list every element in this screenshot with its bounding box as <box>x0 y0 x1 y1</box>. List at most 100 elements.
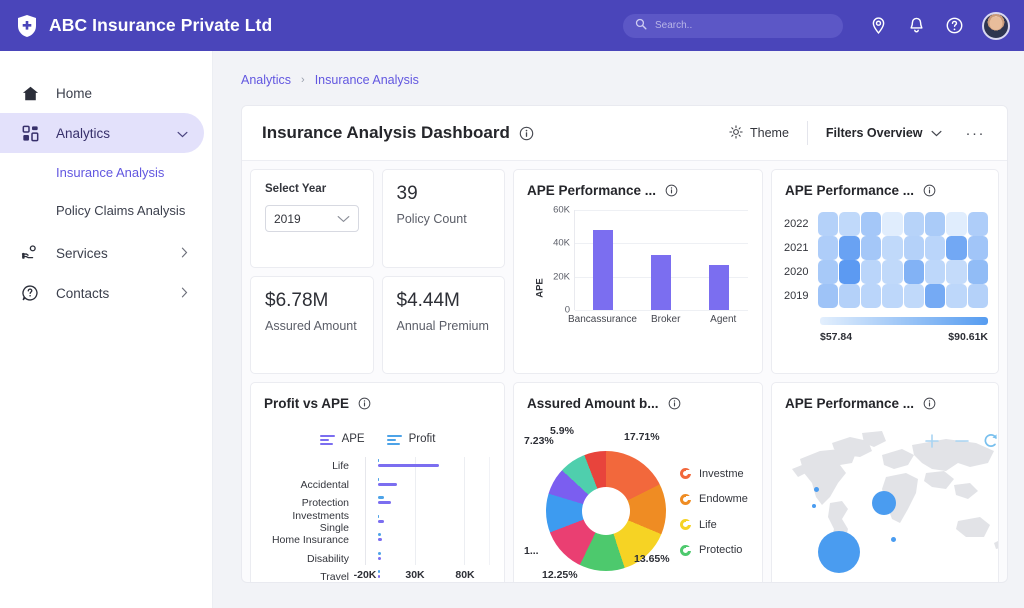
donut-data-label: 13.65% <box>634 553 670 565</box>
info-circle-icon[interactable] <box>358 397 371 410</box>
sidebar-item-services[interactable]: Services <box>0 233 204 273</box>
zoom-out-icon[interactable] <box>954 433 970 449</box>
heatmap-cell[interactable] <box>882 212 902 236</box>
zoom-in-icon[interactable] <box>924 433 940 449</box>
heatmap-cell[interactable] <box>925 284 945 308</box>
heatmap-cell[interactable] <box>904 236 924 260</box>
bar[interactable] <box>378 538 382 541</box>
chevron-down-icon <box>337 212 350 226</box>
heatmap-cell[interactable] <box>968 284 988 308</box>
heatmap-cell[interactable] <box>861 236 881 260</box>
info-circle-icon[interactable] <box>668 397 681 410</box>
heatmap-cell[interactable] <box>839 236 859 260</box>
breadcrumb: Analytics › Insurance Analysis <box>241 73 1008 87</box>
bar[interactable] <box>378 483 397 486</box>
search-box[interactable] <box>623 14 843 38</box>
bar[interactable] <box>593 230 613 310</box>
sidebar-subitem-policy-claims-analysis[interactable]: Policy Claims Analysis <box>0 191 212 229</box>
legend-item[interactable]: Endowme <box>680 487 754 513</box>
map-bubble[interactable] <box>872 491 896 515</box>
legend-item[interactable]: APE <box>320 433 365 445</box>
year-select[interactable]: 2019 <box>265 205 359 232</box>
card-assured-amount-donut: Assured Amount b... 17.71%13.65%12.25%1.… <box>513 382 763 583</box>
info-circle-icon[interactable] <box>923 397 936 410</box>
bar[interactable] <box>378 464 439 467</box>
bar[interactable] <box>378 478 379 481</box>
bar[interactable] <box>709 265 729 310</box>
heatmap-cell[interactable] <box>904 212 924 236</box>
bar[interactable] <box>378 557 381 560</box>
bar-column[interactable] <box>632 210 690 310</box>
heatmap-cell[interactable] <box>861 284 881 308</box>
map-bubble[interactable] <box>818 531 860 573</box>
legend-item[interactable]: Life <box>680 512 754 538</box>
info-circle-icon[interactable] <box>923 184 936 197</box>
info-circle-icon[interactable] <box>665 184 678 197</box>
heatmap-cell[interactable] <box>946 284 966 308</box>
bar[interactable] <box>378 501 391 504</box>
heatmap-cell[interactable] <box>968 260 988 284</box>
bell-icon[interactable] <box>907 16 926 35</box>
breadcrumb-current[interactable]: Insurance Analysis <box>315 73 419 87</box>
info-circle-icon[interactable] <box>519 126 534 141</box>
heatmap-cell[interactable] <box>925 236 945 260</box>
bar[interactable] <box>378 515 379 518</box>
heatmap-cell[interactable] <box>882 284 902 308</box>
chevron-right-icon[interactable] <box>181 286 188 301</box>
heatmap-cell[interactable] <box>946 212 966 236</box>
bar[interactable] <box>378 496 384 499</box>
bar[interactable] <box>378 520 383 523</box>
bar[interactable] <box>651 255 671 310</box>
heatmap-cell[interactable] <box>861 260 881 284</box>
heatmap-cell[interactable] <box>946 236 966 260</box>
bar[interactable] <box>378 459 379 462</box>
heatmap-cell[interactable] <box>904 260 924 284</box>
category-label: Travel <box>261 571 357 583</box>
heatmap-cell[interactable] <box>818 260 838 284</box>
sidebar-item-label: Home <box>56 86 92 101</box>
card-title: APE Performance ... <box>772 383 998 411</box>
search-input[interactable] <box>655 20 831 31</box>
heatmap-cell[interactable] <box>839 212 859 236</box>
sidebar-item-contacts[interactable]: Contacts <box>0 273 204 313</box>
heatmap-cell[interactable] <box>818 236 838 260</box>
heatmap-cell[interactable] <box>968 212 988 236</box>
sidebar-subitem-insurance-analysis[interactable]: Insurance Analysis <box>0 153 212 191</box>
legend-item[interactable]: Protectio <box>680 538 754 564</box>
legend-item[interactable]: Investme <box>680 461 754 487</box>
kpi-group: Select Year 2019 39 Policy Count <box>250 169 505 374</box>
heatmap-cell[interactable] <box>904 284 924 308</box>
heatmap-cell[interactable] <box>925 260 945 284</box>
heatmap-cell[interactable] <box>839 284 859 308</box>
heatmap-cell[interactable] <box>882 236 902 260</box>
heatmap-cell[interactable] <box>925 212 945 236</box>
heatmap-cell[interactable] <box>818 284 838 308</box>
bar-column[interactable] <box>574 210 632 310</box>
legend-item[interactable]: Profit <box>387 433 436 445</box>
heatmap-cell[interactable] <box>946 260 966 284</box>
bar[interactable] <box>378 552 380 555</box>
bar-row: Disability <box>261 550 490 569</box>
card-title-text: APE Performance ... <box>785 396 914 411</box>
location-pin-icon[interactable] <box>869 16 888 35</box>
more-options-button[interactable]: ··· <box>962 125 990 142</box>
heatmap-cell[interactable] <box>861 212 881 236</box>
heatmap-cell[interactable] <box>968 236 988 260</box>
map-plot[interactable] <box>772 419 998 583</box>
chevron-right-icon[interactable] <box>181 246 188 261</box>
heatmap-cell[interactable] <box>882 260 902 284</box>
theme-button[interactable]: Theme <box>729 125 789 142</box>
heatmap-cell[interactable] <box>818 212 838 236</box>
reset-icon[interactable] <box>982 432 998 450</box>
bar-column[interactable] <box>690 210 748 310</box>
heatmap-cell[interactable] <box>839 260 859 284</box>
sidebar-item-home[interactable]: Home <box>0 73 204 113</box>
kpi-annual-premium: $4.44M Annual Premium <box>382 276 506 375</box>
breadcrumb-parent[interactable]: Analytics <box>241 73 291 87</box>
chevron-down-icon[interactable] <box>177 126 188 141</box>
help-circle-icon[interactable] <box>945 16 964 35</box>
filters-overview-dropdown[interactable]: Filters Overview <box>826 126 942 140</box>
sidebar-item-analytics[interactable]: Analytics <box>0 113 204 153</box>
avatar[interactable] <box>982 12 1010 40</box>
bar[interactable] <box>378 533 381 536</box>
